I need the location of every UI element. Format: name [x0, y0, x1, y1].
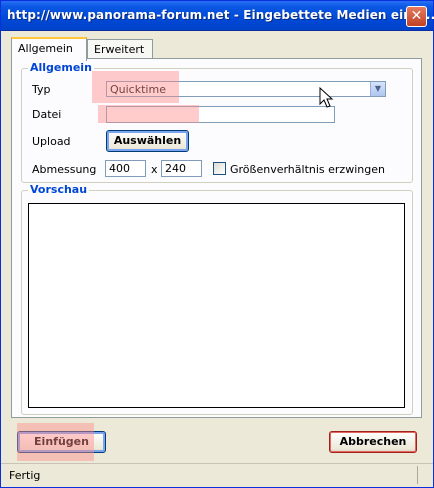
tab-label: Allgemein	[18, 42, 73, 55]
close-icon: ✕	[410, 8, 423, 24]
width-input[interactable]	[105, 160, 146, 177]
close-button[interactable]: ✕	[406, 6, 427, 27]
type-label: Typ	[32, 83, 51, 96]
tab-erweitert[interactable]: Erweitert	[87, 39, 153, 59]
aspect-ratio-checkbox[interactable]	[213, 162, 226, 175]
insert-button-label: Einfügen	[34, 435, 89, 448]
upload-label: Upload	[32, 135, 71, 148]
type-select-value: Quicktime	[110, 83, 166, 96]
preview-group-legend: Vorschau	[28, 183, 90, 196]
dimension-label: Abmessung	[32, 163, 97, 176]
file-label: Datei	[32, 108, 62, 121]
insert-button[interactable]: Einfügen	[17, 431, 106, 453]
select-file-button[interactable]: Auswählen	[106, 130, 189, 152]
cancel-button-label: Abbrechen	[339, 435, 407, 448]
mouse-pointer-icon	[319, 87, 334, 108]
chevron-down-icon[interactable]: ▼	[370, 82, 385, 96]
window-title: http://www.panorama-forum.net - Eingebet…	[7, 8, 434, 22]
tab-label: Erweitert	[94, 43, 145, 56]
type-select[interactable]: Quicktime ▼	[106, 81, 386, 97]
tab-allgemein[interactable]: Allgemein	[11, 37, 87, 61]
file-input[interactable]	[106, 106, 335, 123]
aspect-ratio-label: Größenverhältnis erzwingen	[230, 163, 385, 176]
height-input[interactable]	[161, 160, 202, 177]
general-group-legend: Allgemein	[28, 61, 94, 74]
status-bar: Fertig	[1, 463, 433, 487]
media-preview	[28, 203, 405, 408]
select-file-button-label: Auswählen	[113, 134, 182, 147]
cancel-button[interactable]: Abbrechen	[329, 431, 417, 453]
times-symbol: x	[151, 163, 158, 176]
dialog-window: http://www.panorama-forum.net - Eingebet…	[0, 0, 434, 488]
status-text: Fertig	[9, 469, 41, 482]
title-bar[interactable]: http://www.panorama-forum.net - Eingebet…	[1, 1, 434, 31]
status-divider	[417, 466, 418, 484]
